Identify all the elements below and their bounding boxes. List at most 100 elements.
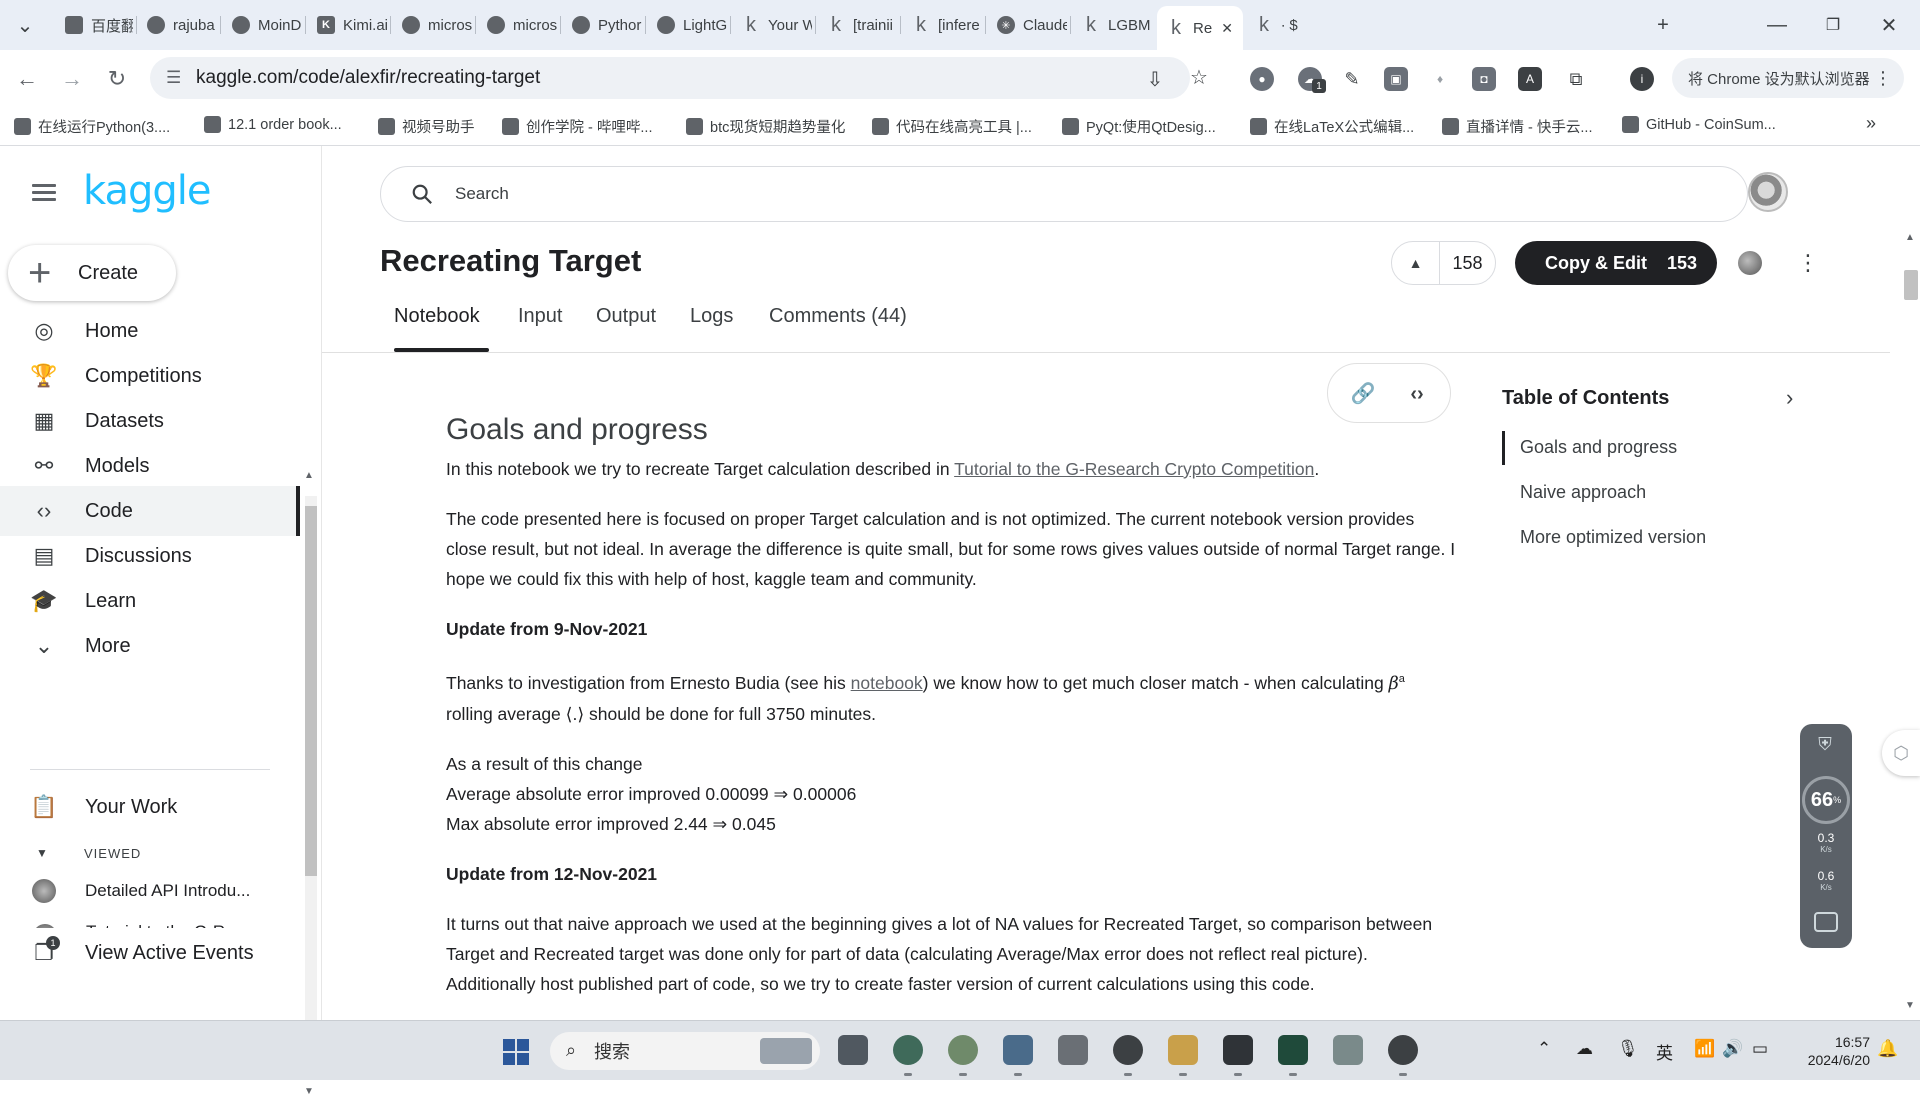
minimize-button[interactable]: — [1762, 10, 1792, 40]
bookmark-star-icon[interactable]: ☆ [1188, 66, 1210, 89]
browser-tab[interactable]: Pythor [562, 8, 642, 42]
set-default-browser-button[interactable]: 将 Chrome 设为默认浏览器 ⋮ [1672, 58, 1904, 98]
code-icon[interactable]: ‹› [1404, 382, 1430, 406]
ime-indicator[interactable]: 英 [1656, 1039, 1673, 1064]
network-monitor-widget[interactable]: ⛨ 66% 0.3 K/s 0.6 K/s [1800, 724, 1852, 948]
photos-icon[interactable] [1003, 1035, 1033, 1076]
browser-tab[interactable]: k [infere [902, 8, 982, 42]
create-button[interactable]: + Create [8, 245, 176, 301]
notification-bell-icon[interactable]: 🔔 [1877, 1039, 1898, 1059]
file-explorer-icon[interactable] [1168, 1035, 1198, 1076]
chevron-right-icon[interactable]: › [1786, 385, 1793, 411]
extension-box-icon[interactable]: ◘ [1472, 67, 1496, 91]
extension-drop-icon[interactable]: ♦ [1428, 67, 1452, 91]
copy-edit-button[interactable]: Copy & Edit 153 [1515, 241, 1717, 285]
sidebar-scrollbar[interactable]: ▲ ▼ [300, 470, 320, 1106]
viewed-item[interactable]: Detailed API Introdu... [0, 866, 300, 916]
close-tab-icon[interactable]: ✕ [1221, 20, 1233, 37]
edge-icon[interactable] [893, 1035, 923, 1076]
more-bookmarks-chevron-icon[interactable]: » [1866, 113, 1876, 134]
reload-icon[interactable]: ↻ [102, 64, 132, 94]
more-options-icon[interactable]: ⋮ [1797, 249, 1819, 277]
bookmark-item[interactable]: 视频号助手 [378, 116, 475, 137]
maximize-button[interactable]: ❐ [1818, 10, 1848, 40]
extension-square-icon[interactable]: ▣ [1384, 67, 1408, 91]
scroll-thumb[interactable] [305, 506, 317, 876]
taskbar-search[interactable]: ⌕ 搜索 [550, 1032, 820, 1070]
sidebar-item-home[interactable]: ◎ Home [0, 306, 300, 356]
bookmark-item[interactable]: 代码在线高亮工具 |... [872, 116, 1032, 137]
browser-tab[interactable]: k [trainii [817, 8, 897, 42]
task-view-icon[interactable] [838, 1035, 868, 1065]
forward-arrow-icon[interactable]: → [57, 64, 87, 94]
terminal-icon[interactable] [1223, 1035, 1253, 1076]
wechat-icon[interactable] [948, 1035, 978, 1076]
profile-avatar-icon[interactable]: i [1630, 67, 1654, 91]
bookmark-item[interactable]: 创作学院 - 哔哩哔... [502, 116, 652, 137]
browser-tab[interactable]: rajuba [137, 8, 217, 42]
bookmark-item[interactable]: 在线运行Python(3.... [14, 116, 170, 137]
toc-item[interactable]: Goals and progress [1520, 437, 1677, 458]
toc-item[interactable]: More optimized version [1520, 527, 1706, 548]
sidebar-item-discussions[interactable]: ▤ Discussions [0, 531, 300, 581]
install-app-icon[interactable]: ⇩ [1144, 68, 1166, 91]
pycharm-icon[interactable] [1278, 1035, 1308, 1076]
bookmark-item[interactable]: 在线LaTeX公式编辑... [1250, 116, 1414, 137]
user-avatar[interactable] [1748, 172, 1788, 212]
tab-output[interactable]: Output [596, 305, 656, 328]
bookmark-item[interactable]: GitHub - CoinSum... [1622, 116, 1776, 133]
page-scroll-down-icon[interactable]: ▼ [1905, 1000, 1915, 1011]
browser-tab[interactable]: 百度翻 [55, 8, 133, 42]
translate-icon[interactable]: A [1518, 67, 1542, 91]
pen-icon[interactable]: ✎ [1340, 67, 1364, 91]
tab-input[interactable]: Input [518, 305, 562, 328]
view-active-events-button[interactable]: ❐ 1 View Active Events [0, 928, 300, 978]
taskbar-clock[interactable]: 16:57 2024/6/20 [1790, 1033, 1870, 1069]
cloud-app-icon[interactable] [1333, 1035, 1363, 1065]
back-arrow-icon[interactable]: ← [12, 64, 42, 94]
tray-chevron-up-icon[interactable]: ⌃ [1537, 1039, 1551, 1059]
browser-tab[interactable]: micros [392, 8, 472, 42]
app-icon[interactable] [1058, 1035, 1088, 1065]
bookmark-item[interactable]: 直播详情 - 快手云... [1442, 116, 1592, 137]
browser-menu-icon[interactable]: ⋮ [1874, 68, 1892, 89]
sidebar-item-models[interactable]: ⚯ Models [0, 441, 300, 491]
kaggle-logo[interactable]: kaggle [83, 168, 211, 214]
browser-tab[interactable]: k Your W [732, 8, 812, 42]
sidebar-item-datasets[interactable]: ▦ Datasets [0, 396, 300, 446]
browser-tab[interactable]: K Kimi.ai [307, 8, 387, 42]
browser-tab[interactable]: ✳ Claude [987, 8, 1067, 42]
camera-icon[interactable] [1814, 912, 1838, 932]
sidebar-item-competitions[interactable]: 🏆 Competitions [0, 351, 300, 401]
battery-icon[interactable]: ▭ [1752, 1039, 1768, 1059]
browser-tab[interactable]: k Re ✕ [1157, 6, 1243, 50]
wifi-icon[interactable]: 📶 [1694, 1039, 1715, 1059]
tab-notebook[interactable]: Notebook [394, 305, 480, 328]
bookmark-item[interactable]: btc现货短期趋势量化 [686, 116, 845, 137]
extensions-puzzle-icon[interactable]: ⧉ [1564, 67, 1588, 91]
floating-cube-icon[interactable]: ⬡ [1882, 730, 1920, 776]
browser-tab[interactable]: LightG [647, 8, 727, 42]
extension-chat-icon[interactable]: ● [1250, 67, 1274, 91]
chrome-icon[interactable] [1113, 1035, 1143, 1076]
browser-tab[interactable]: k LGBM [1072, 8, 1152, 42]
sidebar-item-more[interactable]: ⌄ More [0, 621, 300, 671]
windows-start-icon[interactable] [503, 1039, 529, 1065]
volume-icon[interactable]: 🔊 [1722, 1039, 1743, 1059]
sidebar-item-learn[interactable]: 🎓 Learn [0, 576, 300, 626]
tab-logs[interactable]: Logs [690, 305, 733, 328]
onedrive-icon[interactable]: ☁ [1576, 1039, 1593, 1059]
site-info-icon[interactable]: ☰ [166, 68, 186, 88]
page-scroll-thumb[interactable] [1904, 270, 1918, 300]
viewed-collapse-icon[interactable]: ▼ [36, 846, 48, 860]
sidebar-item-code[interactable]: ‹› Code [0, 486, 300, 536]
tutorial-link[interactable]: Tutorial to the G-Research Crypto Compet… [954, 459, 1314, 479]
competition-avatar-icon[interactable] [1738, 251, 1762, 275]
microphone-icon[interactable]: 🎙 [1617, 1039, 1639, 1059]
browser-tab[interactable]: MoinD [222, 8, 302, 42]
chrome-active-icon[interactable] [1388, 1035, 1418, 1076]
extension-puzzle-icon[interactable]: ☁ 1 [1298, 67, 1326, 93]
hamburger-menu-icon[interactable] [30, 180, 58, 208]
scroll-up-arrow-icon[interactable]: ▲ [304, 470, 314, 481]
browser-tab[interactable]: k ∙ $ [1245, 8, 1325, 42]
